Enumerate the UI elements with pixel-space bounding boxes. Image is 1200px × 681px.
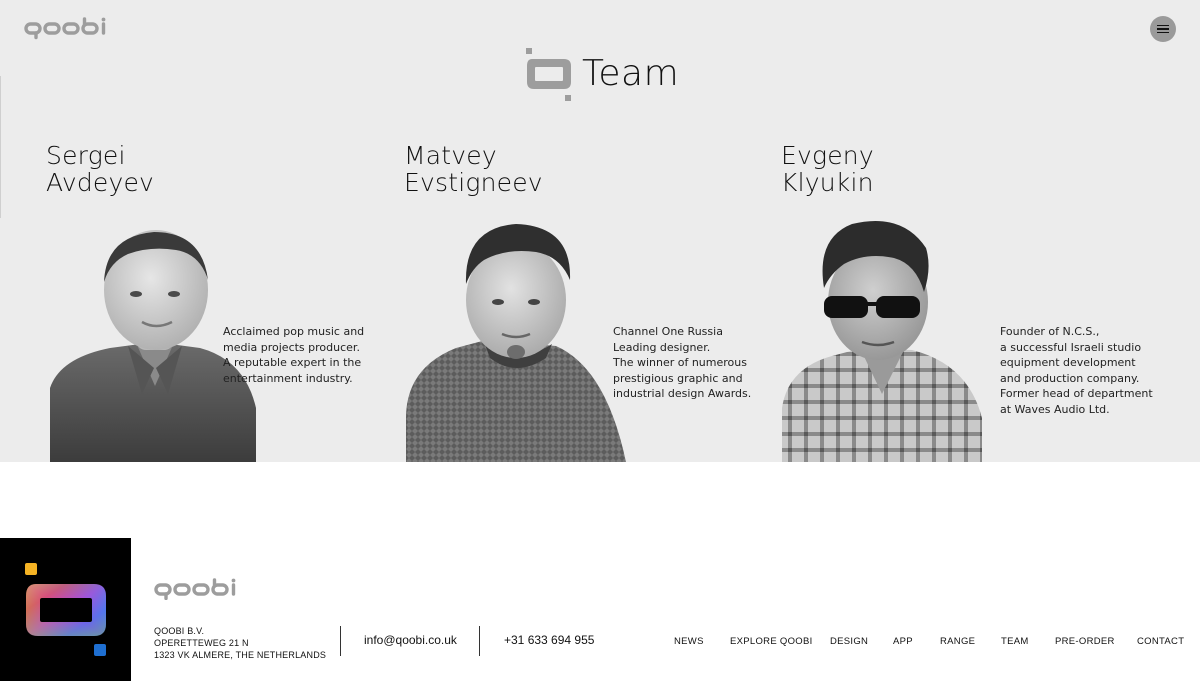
member-name-matvey-evstigneev: Matvey Evstigneev — [404, 142, 543, 196]
nav-range[interactable]: RANGE — [940, 636, 975, 647]
qoobi-app-icon — [0, 538, 131, 681]
bio-matvey-evstigneev: Channel One Russia Leading designer. The… — [613, 325, 752, 401]
edge-rule — [0, 76, 1, 218]
qoobi-logo[interactable] — [24, 16, 108, 40]
portrait-evgeny-klyukin — [782, 218, 982, 462]
nav-design[interactable]: DESIGN — [830, 636, 868, 647]
page-heading: Team — [524, 46, 679, 104]
divider — [340, 626, 341, 656]
nav-team[interactable]: TEAM — [1001, 636, 1029, 647]
nav-explore-qoobi[interactable]: EXPLORE QOOBI — [730, 636, 813, 647]
nav-contact[interactable]: CONTACT — [1137, 636, 1184, 647]
email-link[interactable]: info@qoobi.co.uk — [364, 633, 457, 647]
hamburger-icon — [1157, 24, 1169, 27]
first-name: Matvey — [404, 141, 497, 170]
nav-app[interactable]: APP — [893, 636, 913, 647]
team-section: Team Sergei Avdeyev Acclaimed pop music … — [0, 0, 1200, 462]
divider — [479, 626, 480, 656]
company-address: QOOBI B.V. OPERETTEWEG 21 N 1323 VK ALME… — [154, 626, 327, 660]
qoobi-footer-logo[interactable] — [154, 578, 238, 601]
last-name: Evstigneev — [404, 168, 543, 197]
nav-news[interactable]: NEWS — [674, 636, 704, 647]
bio-sergei-avdeyev: Acclaimed pop music and media projects p… — [223, 325, 365, 385]
qoobi-q-icon — [526, 48, 571, 101]
member-name-evgeny-klyukin: Evgeny Klyukin — [781, 142, 874, 196]
first-name: Evgeny — [781, 141, 874, 170]
bio-evgeny-klyukin: Founder of N.C.S., a successful Israeli … — [1000, 325, 1153, 416]
portrait-matvey-evstigneev — [406, 218, 626, 462]
page-title: Team — [582, 53, 680, 94]
menu-button[interactable] — [1150, 16, 1176, 42]
last-name: Klyukin — [781, 168, 874, 197]
nav-pre-order[interactable]: PRE-ORDER — [1055, 636, 1115, 647]
first-name: Sergei — [46, 141, 126, 170]
phone-link[interactable]: +31 633 694 955 — [504, 633, 594, 647]
last-name: Avdeyev — [46, 168, 155, 197]
member-name-sergei-avdeyev: Sergei Avdeyev — [46, 142, 154, 196]
